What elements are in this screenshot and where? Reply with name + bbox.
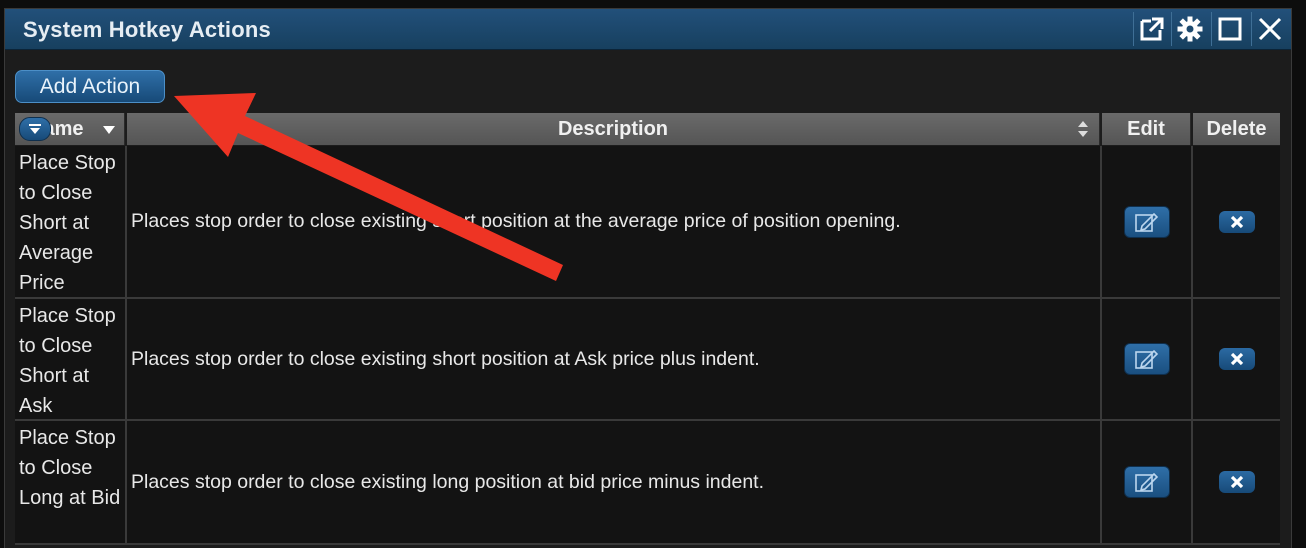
delete-button[interactable]	[1218, 210, 1255, 233]
edit-button[interactable]	[1123, 343, 1170, 375]
column-header-delete-label: Delete	[1206, 117, 1267, 140]
delete-x-icon	[1230, 352, 1243, 366]
row-name: Place Stop to Close Long at Bid	[15, 421, 127, 543]
maximize-button[interactable]	[1211, 12, 1248, 46]
close-icon	[1258, 17, 1282, 41]
row-description: Places stop order to close existing long…	[127, 421, 1102, 543]
filter-funnel-icon	[29, 124, 41, 134]
table-row[interactable]: Place Stop to Close Long at Bid Places s…	[15, 421, 1280, 545]
column-header-delete: Delete	[1193, 113, 1280, 145]
table-row[interactable]: Place Stop to Close Short at Ask Places …	[15, 299, 1280, 421]
delete-button[interactable]	[1218, 471, 1255, 493]
settings-button[interactable]	[1171, 12, 1208, 46]
edit-button[interactable]	[1123, 205, 1170, 238]
edit-cell	[1102, 299, 1193, 419]
popout-button[interactable]	[1133, 12, 1170, 46]
popout-icon	[1140, 17, 1164, 41]
sort-both-icon	[1078, 121, 1088, 137]
row-name: Place Stop to Close Short at Average Pri…	[15, 146, 127, 297]
row-description: Places stop order to close existing shor…	[127, 299, 1102, 419]
filter-icon[interactable]	[19, 117, 51, 141]
delete-x-icon	[1230, 475, 1243, 489]
table-row[interactable]: Place Stop to Close Short at Average Pri…	[15, 146, 1280, 299]
row-description: Places stop order to close existing shor…	[127, 146, 1102, 297]
delete-cell	[1193, 146, 1280, 297]
edit-icon	[1134, 349, 1158, 369]
column-header-edit-label: Edit	[1127, 117, 1165, 140]
add-action-button[interactable]: Add Action	[15, 70, 165, 103]
sort-down-icon	[103, 126, 115, 134]
delete-cell	[1193, 299, 1280, 419]
close-button[interactable]	[1251, 12, 1288, 46]
edit-cell	[1102, 146, 1193, 297]
delete-button[interactable]	[1218, 348, 1255, 370]
gear-icon	[1177, 16, 1203, 42]
column-header-edit: Edit	[1102, 113, 1191, 145]
delete-cell	[1193, 421, 1280, 543]
edit-button[interactable]	[1123, 466, 1170, 498]
column-header-name[interactable]: Name	[15, 113, 125, 145]
column-header-description-label: Description	[557, 117, 669, 140]
column-header-description[interactable]: Description	[127, 113, 1100, 145]
hotkey-actions-window: System Hotkey Actions Add Action Name De…	[4, 8, 1292, 548]
delete-x-icon	[1230, 215, 1243, 228]
row-name: Place Stop to Close Short at Ask	[15, 299, 127, 419]
edit-icon	[1134, 472, 1158, 492]
window-title: System Hotkey Actions	[23, 17, 271, 42]
edit-cell	[1102, 421, 1193, 543]
edit-icon	[1134, 212, 1158, 232]
title-bar[interactable]: System Hotkey Actions	[5, 9, 1291, 50]
maximize-icon	[1218, 17, 1242, 41]
